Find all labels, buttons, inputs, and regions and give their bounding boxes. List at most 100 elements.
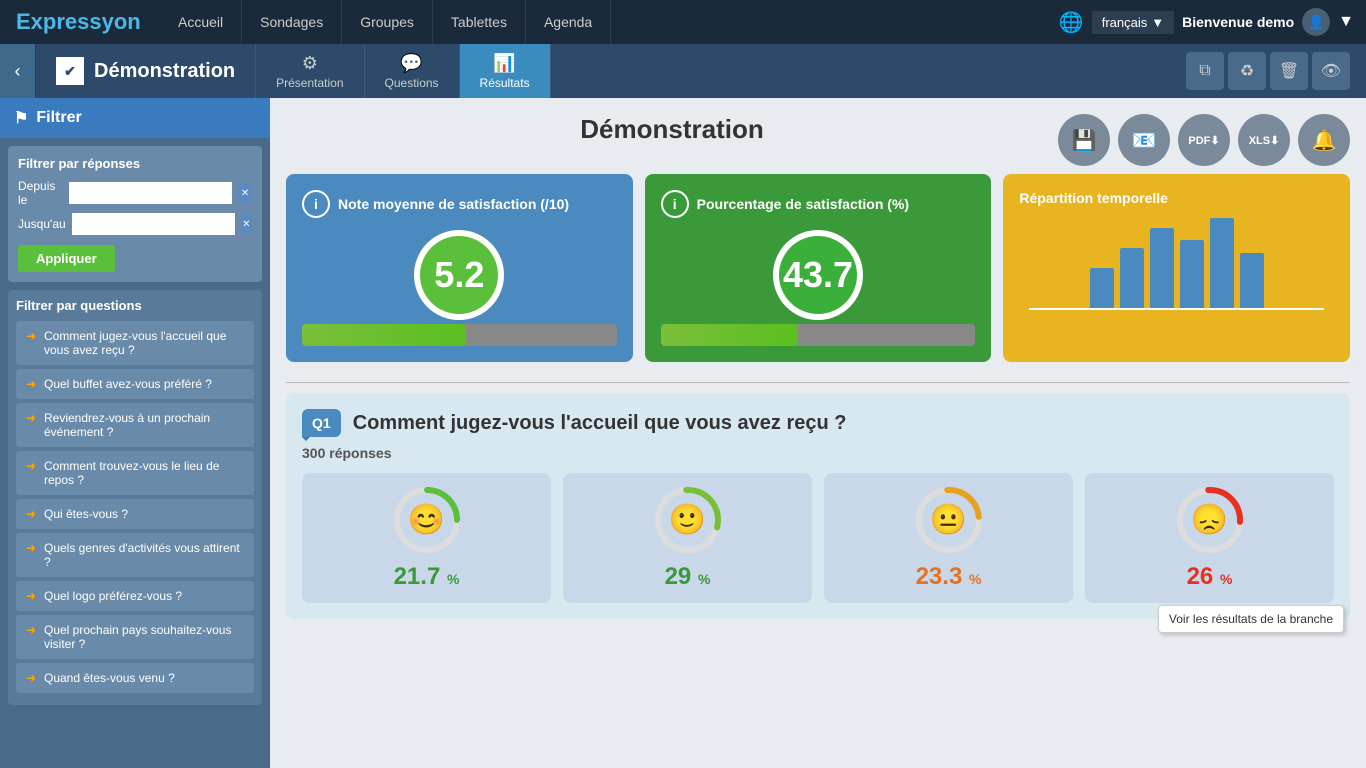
branch-results-tooltip: Voir les résultats de la branche — [1158, 605, 1344, 633]
question-1-badge: Q1 — [302, 409, 341, 437]
arrow-icon: ➜ — [26, 411, 38, 425]
xls-button[interactable]: XLS⬇ — [1238, 114, 1290, 166]
nav-tablettes[interactable]: Tablettes — [433, 0, 526, 44]
smiley-card-1: 😊 21.7 % — [302, 473, 551, 603]
filter-jusquau-row: Jusqu'au ✕ — [18, 213, 252, 235]
stat-card-header-avg: i Note moyenne de satisfaction (/10) — [302, 190, 617, 218]
app-logo: Expressyon — [0, 0, 160, 44]
filter-depuis-row: Depuis le ✕ — [18, 179, 252, 207]
list-item[interactable]: ➜ Quels genres d'activités vous attirent… — [16, 533, 254, 577]
list-item[interactable]: ➜ Quand êtes-vous venu ? — [16, 663, 254, 693]
survey-bar: ‹ ✔ Démonstration ⚙ Présentation 💬 Quest… — [0, 44, 1366, 98]
smiley-ring-3: 😐 — [914, 485, 984, 555]
bar-item-2 — [1120, 248, 1144, 308]
section-divider — [286, 382, 1350, 383]
depuis-clear-button[interactable]: ✕ — [238, 183, 252, 203]
stat-avg-title: Note moyenne de satisfaction (/10) — [338, 196, 569, 212]
survey-title: Démonstration — [94, 60, 235, 83]
list-item[interactable]: ➜ Quel buffet avez-vous préféré ? — [16, 369, 254, 399]
jusquau-clear-button[interactable]: ✕ — [241, 214, 252, 234]
stat-pct-circle-container: 43.7 — [661, 230, 976, 320]
main-content: ⚑ Filtrer Filtrer par réponses Depuis le… — [0, 98, 1366, 768]
smiley-ring-4: 😞 — [1175, 485, 1245, 555]
stat-cards: i Note moyenne de satisfaction (/10) 5.2… — [286, 174, 1350, 362]
pdf-button[interactable]: PDF⬇ — [1178, 114, 1230, 166]
survey-title-area: ✔ Démonstration — [36, 44, 256, 98]
smiley-emoji-1: 😊 — [408, 503, 445, 538]
copy-button[interactable]: ⧉ — [1186, 52, 1224, 90]
info-icon-avg[interactable]: i — [302, 190, 330, 218]
list-item[interactable]: ➜ Comment jugez-vous l'accueil que vous … — [16, 321, 254, 365]
smiley-results: 😊 21.7 % 🙂 — [302, 473, 1334, 603]
survey-actions: ⧉ ♻ 🗑 👁 — [1186, 52, 1366, 90]
smiley-ring-2: 🙂 — [653, 485, 723, 555]
smiley-emoji-4: 😞 — [1191, 503, 1228, 538]
stat-avg-circle-container: 5.2 — [302, 230, 617, 320]
filter-icon: ⚑ — [14, 108, 28, 128]
list-item[interactable]: ➜ Comment trouvez-vous le lieu de repos … — [16, 451, 254, 495]
bar-item-5 — [1210, 218, 1234, 308]
sidebar: ⚑ Filtrer Filtrer par réponses Depuis le… — [0, 98, 270, 768]
list-item[interactable]: ➜ Quel prochain pays souhaitez-vous visi… — [16, 615, 254, 659]
jusquau-input[interactable] — [72, 213, 235, 235]
list-item[interactable]: ➜ Quel logo préférez-vous ? — [16, 581, 254, 611]
list-item[interactable]: ➜ Qui êtes-vous ? — [16, 499, 254, 529]
results-toolbar: 💾 📧 PDF⬇ XLS⬇ 🔔 — [1058, 114, 1350, 166]
smiley-card-2: 🙂 29 % — [563, 473, 812, 603]
delete-button[interactable]: 🗑 — [1270, 52, 1308, 90]
stat-pct-progress — [661, 324, 976, 346]
smiley-ring-1: 😊 — [392, 485, 462, 555]
sidebar-header: ⚑ Filtrer — [0, 98, 270, 138]
user-dropdown-arrow[interactable]: ▼ — [1338, 13, 1354, 31]
tab-questions[interactable]: 💬 Questions — [365, 44, 460, 98]
results-header: Démonstration 💾 📧 PDF⬇ XLS⬇ 🔔 — [286, 114, 1350, 166]
translate-icon: 🌐 — [1059, 10, 1084, 35]
arrow-icon: ➜ — [26, 623, 38, 637]
filter-by-responses: Filtrer par réponses Depuis le ✕ Jusqu'a… — [8, 146, 262, 282]
recycle-button[interactable]: ♻ — [1228, 52, 1266, 90]
nav-right: 🌐 français ▼ Bienvenue demo 👤 ▼ — [1047, 8, 1366, 36]
stat-avg-progress — [302, 324, 617, 346]
pdf-icon: PDF⬇ — [1188, 134, 1219, 147]
bar-3 — [1150, 228, 1174, 308]
list-item[interactable]: ➜ Reviendrez-vous à un prochain événemen… — [16, 403, 254, 447]
bar-4 — [1180, 240, 1204, 308]
tab-resultats[interactable]: 📊 Résultats — [460, 44, 551, 98]
depuis-input[interactable] — [69, 182, 232, 204]
bar-5 — [1210, 218, 1234, 308]
question-1-text: Comment jugez-vous l'accueil que vous av… — [353, 412, 847, 435]
email-button[interactable]: 📧 — [1118, 114, 1170, 166]
results-area: Démonstration 💾 📧 PDF⬇ XLS⬇ 🔔 — [270, 98, 1366, 768]
nav-groupes[interactable]: Groupes — [342, 0, 433, 44]
nav-agenda[interactable]: Agenda — [526, 0, 611, 44]
bar-1 — [1090, 268, 1114, 308]
tab-presentation[interactable]: ⚙ Présentation — [256, 44, 364, 98]
back-button[interactable]: ‹ — [0, 44, 36, 98]
smiley-emoji-3: 😐 — [930, 503, 967, 538]
depuis-label: Depuis le — [18, 179, 63, 207]
arrow-icon: ➜ — [26, 589, 38, 603]
apply-button[interactable]: Appliquer — [18, 245, 115, 272]
alert-button[interactable]: 🔔 — [1298, 114, 1350, 166]
save-icon: 💾 — [1072, 128, 1097, 153]
info-icon-pct[interactable]: i — [661, 190, 689, 218]
language-selector[interactable]: français ▼ — [1092, 11, 1174, 34]
arrow-icon: ➜ — [26, 507, 38, 521]
save-button[interactable]: 💾 — [1058, 114, 1110, 166]
smiley-card-3: 😐 23.3 % — [824, 473, 1073, 603]
responses-count: 300 réponses — [302, 445, 1334, 461]
xls-icon: XLS⬇ — [1249, 134, 1280, 147]
stat-avg-circle: 5.2 — [414, 230, 504, 320]
progress-fill-pct — [661, 324, 799, 346]
stat-card-header-pct: i Pourcentage de satisfaction (%) — [661, 190, 976, 218]
stat-card-satisfaction-avg: i Note moyenne de satisfaction (/10) 5.2 — [286, 174, 633, 362]
temporal-bar-chart — [1019, 218, 1334, 308]
nav-sondages[interactable]: Sondages — [242, 0, 342, 44]
user-avatar[interactable]: 👤 — [1302, 8, 1330, 36]
bar-item-3 — [1150, 228, 1174, 308]
preview-button[interactable]: 👁 — [1312, 52, 1350, 90]
stat-pct-title: Pourcentage de satisfaction (%) — [697, 196, 909, 212]
nav-accueil[interactable]: Accueil — [160, 0, 242, 44]
smiley-pct-4: 26 % — [1187, 563, 1233, 591]
filter-responses-title: Filtrer par réponses — [18, 156, 252, 171]
